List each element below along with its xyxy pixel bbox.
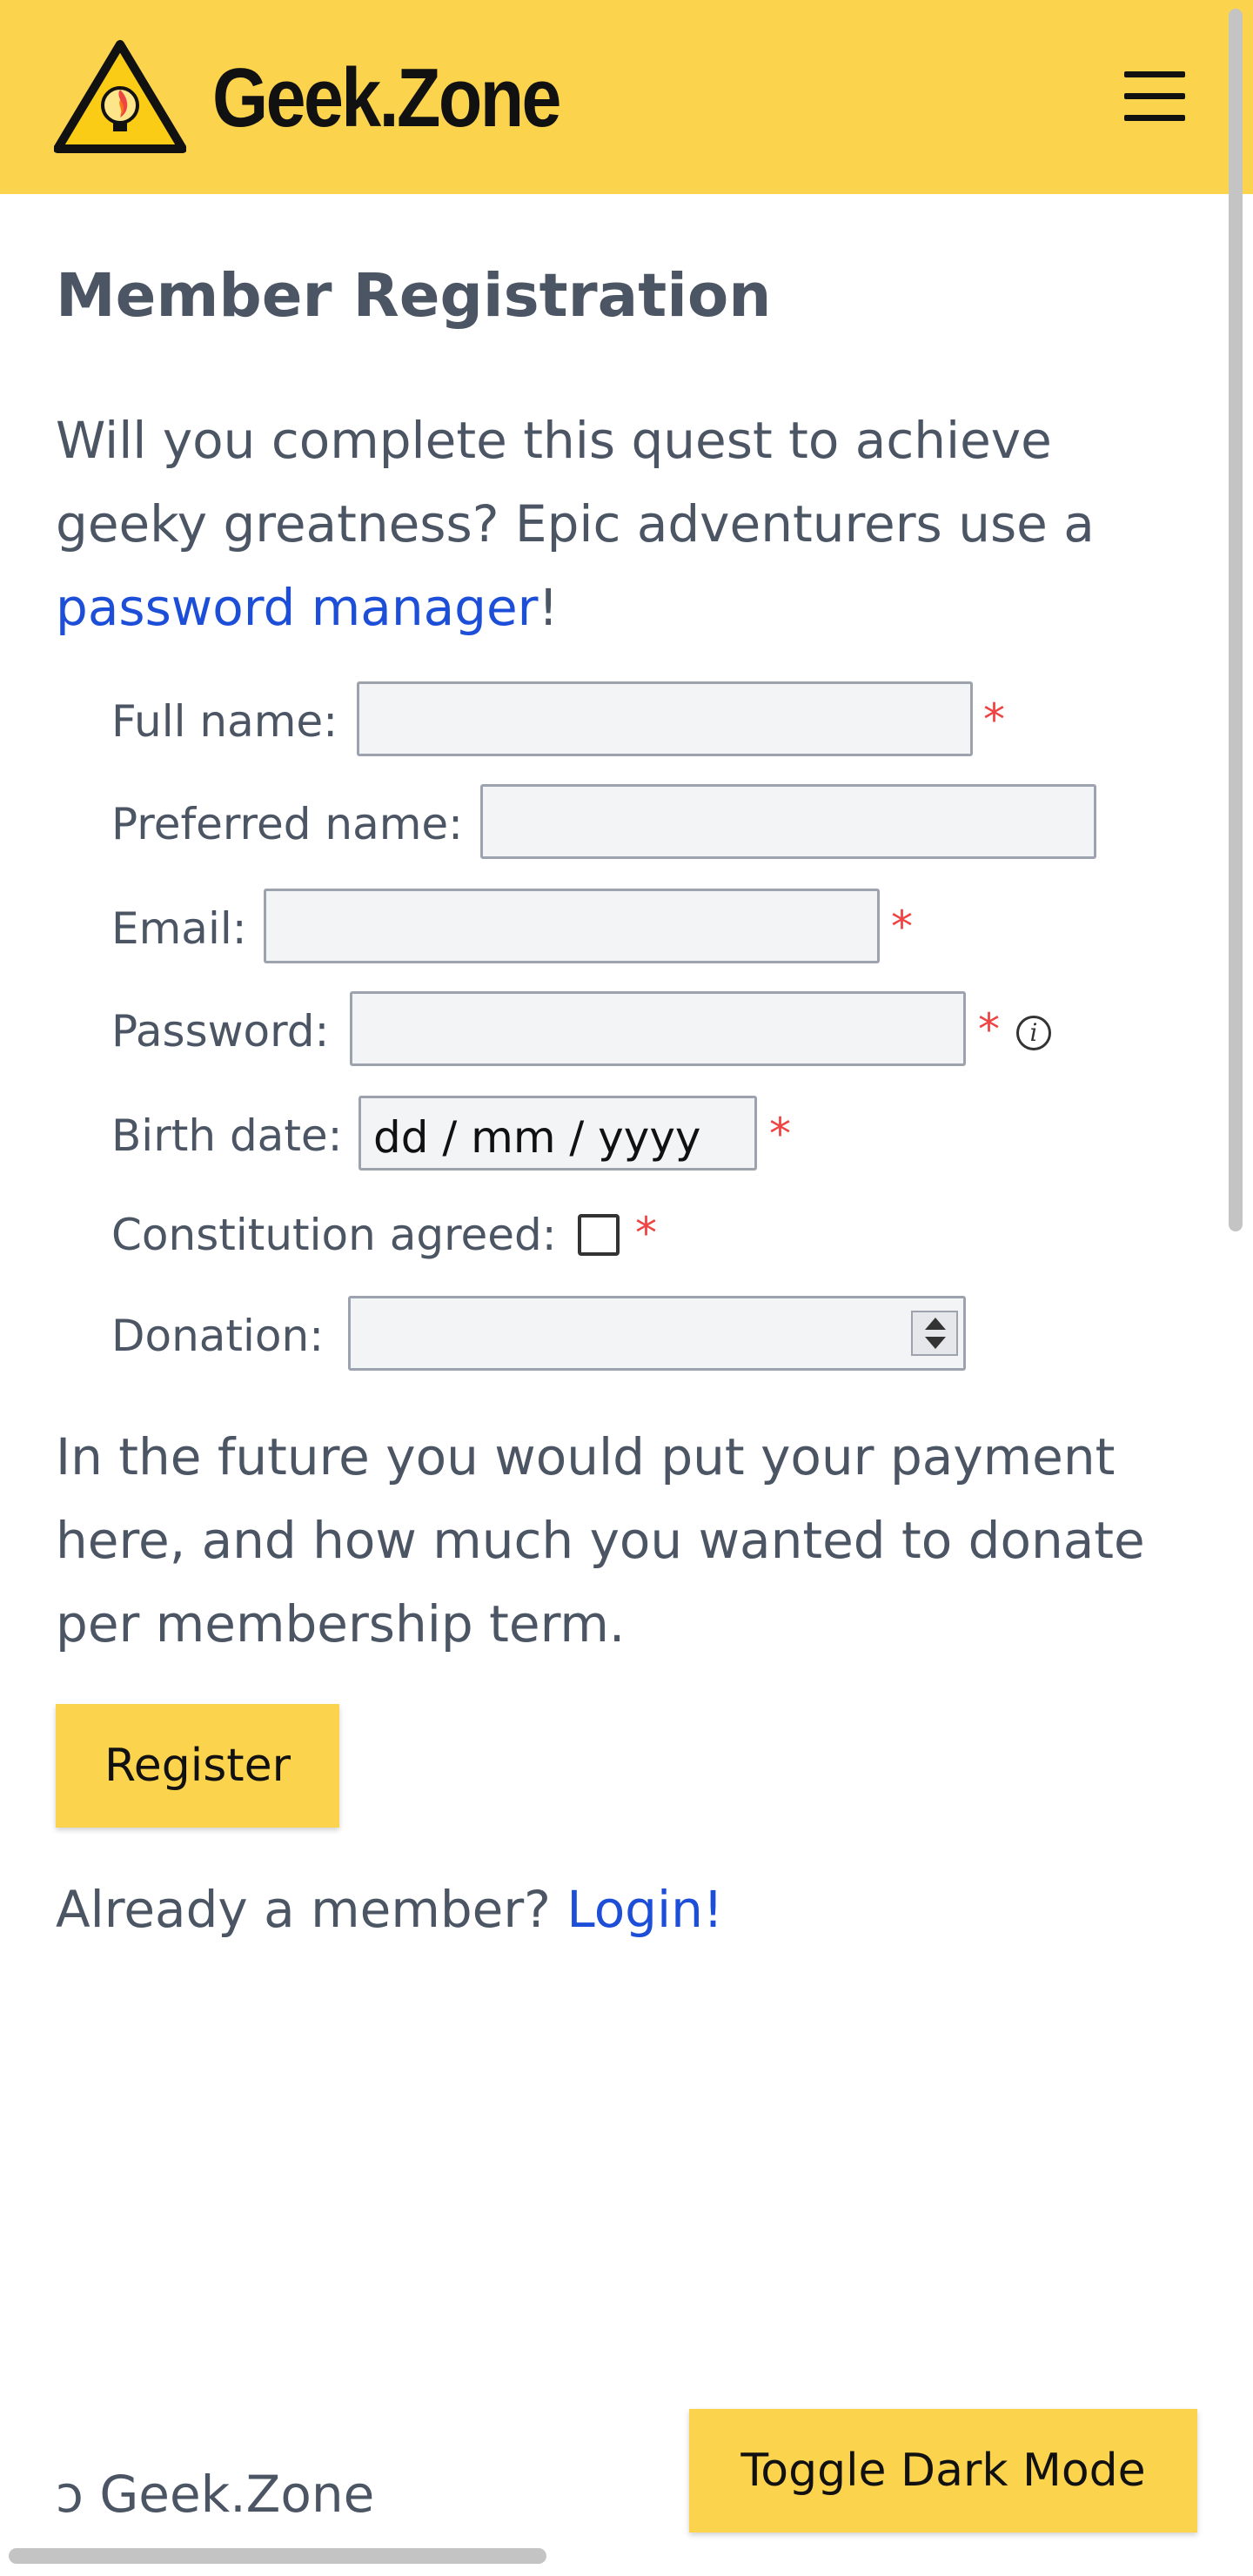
- footer-brand: Geek.Zone: [99, 2465, 375, 2524]
- donation-input[interactable]: [348, 1296, 966, 1371]
- birth-date-label: Birth date:: [111, 1110, 343, 1161]
- number-spinner[interactable]: [911, 1311, 958, 1356]
- preferred-name-input[interactable]: [480, 784, 1096, 859]
- required-marker: *: [635, 1208, 657, 1258]
- password-input[interactable]: [350, 991, 966, 1066]
- birth-date-input[interactable]: dd / mm / yyyy: [358, 1096, 757, 1171]
- info-icon[interactable]: i: [1016, 1016, 1051, 1050]
- password-manager-link[interactable]: password manager: [56, 578, 538, 637]
- hamburger-menu-icon: [1124, 71, 1185, 77]
- toggle-dark-mode-button[interactable]: Toggle Dark Mode: [689, 2409, 1197, 2532]
- constitution-label: Constitution agreed:: [111, 1210, 557, 1260]
- vertical-scrollbar[interactable]: [1229, 9, 1243, 1231]
- full-name-label: Full name:: [111, 696, 338, 747]
- required-marker: *: [978, 1004, 1000, 1055]
- footer: ↄ Geek.Zone: [56, 2465, 374, 2524]
- horizontal-scrollbar[interactable]: [9, 2548, 546, 2564]
- intro-text: Will you complete this quest to achieve …: [56, 411, 1095, 637]
- login-link[interactable]: Login!: [566, 1880, 723, 1939]
- site-header: Geek.Zone: [0, 0, 1253, 194]
- menu-button[interactable]: [1117, 64, 1192, 131]
- required-marker: *: [983, 694, 1005, 745]
- required-marker: *: [891, 902, 913, 952]
- brand-name[interactable]: Geek.Zone: [212, 42, 561, 155]
- register-button[interactable]: Register: [56, 1704, 339, 1828]
- warning-lightbulb-flame-icon[interactable]: [54, 39, 186, 154]
- birth-date-placeholder: dd / mm / yyyy: [373, 1112, 701, 1163]
- page-title: Member Registration: [56, 261, 772, 331]
- payment-note: In the future you would put your payment…: [56, 1427, 1145, 1654]
- copyleft-icon: ↄ: [56, 2465, 84, 2524]
- constitution-checkbox[interactable]: [578, 1214, 620, 1256]
- donation-label: Donation:: [111, 1311, 325, 1361]
- login-prompt: Already a member? Login!: [56, 1880, 724, 1939]
- preferred-name-label: Preferred name:: [111, 799, 464, 849]
- password-label: Password:: [111, 1006, 330, 1057]
- full-name-input[interactable]: [357, 681, 973, 756]
- required-marker: *: [769, 1109, 791, 1159]
- email-input[interactable]: [264, 889, 880, 963]
- email-label: Email:: [111, 903, 247, 954]
